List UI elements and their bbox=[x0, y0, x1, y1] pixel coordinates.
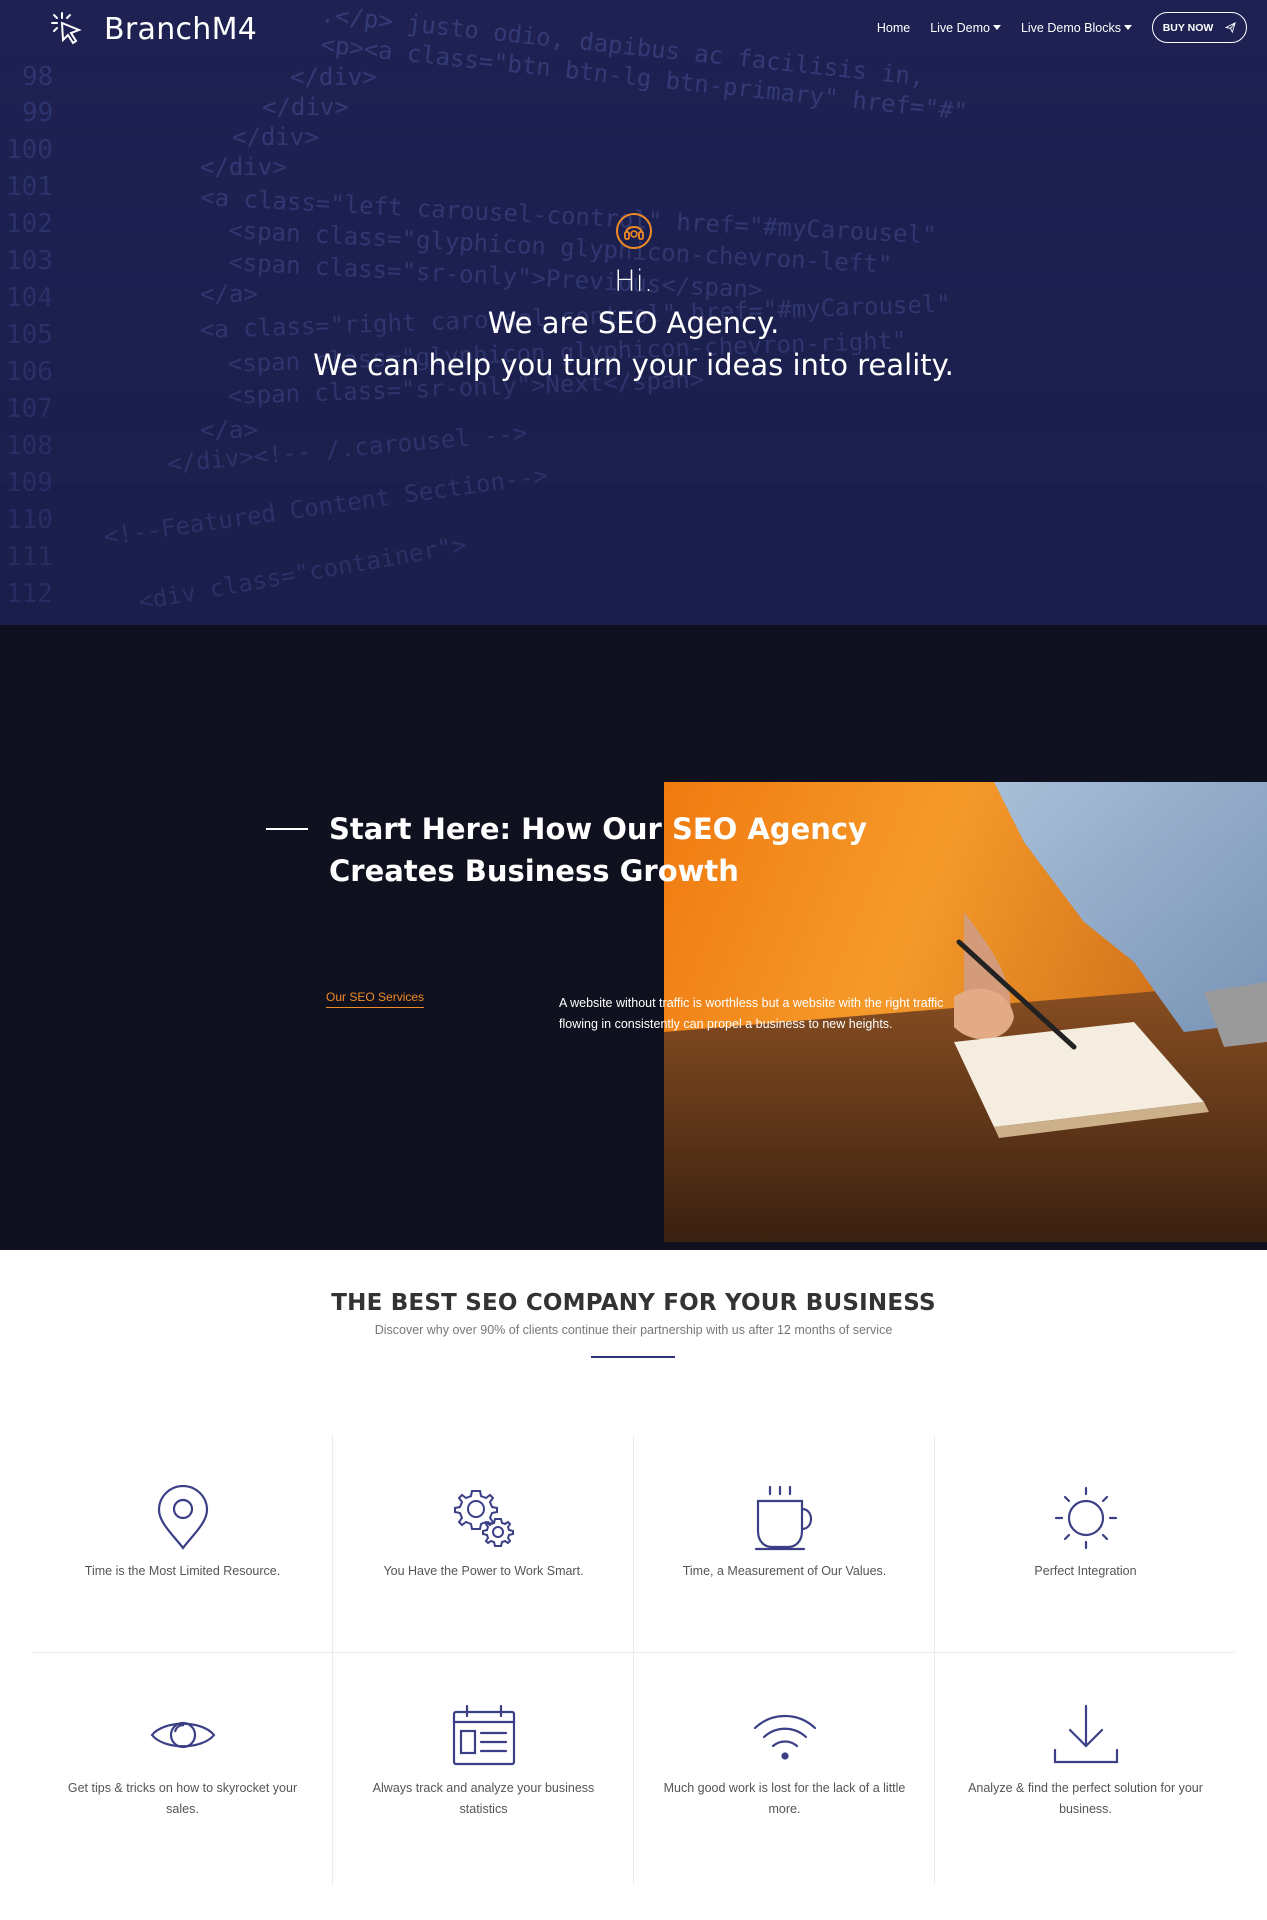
intro-text: A website without traffic is worthless b… bbox=[559, 996, 944, 1031]
features-section: THE BEST SEO COMPANY FOR YOUR BUSINESS D… bbox=[0, 1250, 1267, 1920]
nav-live-demo[interactable]: Live Demo bbox=[930, 21, 1001, 35]
seo-services-link[interactable]: Our SEO Services bbox=[326, 990, 425, 1008]
top-navbar: BranchM4 Home Live Demo Live Demo Blocks… bbox=[0, 0, 1267, 58]
hero-section: 98 99 100 101 102 103 104 105 106 107 10… bbox=[0, 0, 1267, 625]
wifi-icon bbox=[753, 1715, 816, 1760]
feature-card: Perfect Integration bbox=[935, 1435, 1236, 1652]
intro-section: Start Here: How Our SEO Agency Creates B… bbox=[0, 625, 1267, 1250]
feature-caption: Get tips & tricks on how to skyrocket yo… bbox=[67, 1781, 298, 1816]
features-title: THE BEST SEO COMPANY FOR YOUR BUSINESS bbox=[331, 1290, 936, 1316]
nav-home-label: Home bbox=[876, 20, 911, 35]
download-icon bbox=[1053, 1704, 1118, 1764]
feature-caption: Much good work is lost for the lack of a… bbox=[663, 1781, 906, 1816]
title-dash bbox=[266, 828, 308, 830]
caret-down-icon bbox=[1124, 25, 1132, 30]
buy-now-button[interactable]: BUY NOW bbox=[1152, 12, 1247, 43]
sun-icon bbox=[1054, 1486, 1117, 1550]
feature-card: You Have the Power to Work Smart. bbox=[333, 1435, 634, 1652]
map-pin-icon bbox=[157, 1485, 208, 1550]
nav-live-demo-blocks[interactable]: Live Demo Blocks bbox=[1021, 21, 1132, 35]
feature-caption: Perfect Integration bbox=[1034, 1564, 1137, 1578]
feature-card: Time is the Most Limited Resource. bbox=[32, 1435, 333, 1652]
feature-caption: Time is the Most Limited Resource. bbox=[84, 1564, 281, 1578]
hero-subheadline: We can help you turn your ideas into rea… bbox=[313, 348, 954, 382]
headset-icon bbox=[615, 213, 652, 249]
buy-now-label: BUY NOW bbox=[1162, 21, 1214, 34]
paper-plane-icon bbox=[1225, 22, 1237, 33]
feature-card: Much good work is lost for the lack of a… bbox=[634, 1652, 935, 1869]
feature-caption: You Have the Power to Work Smart. bbox=[383, 1564, 584, 1578]
brand-name: BranchM4 bbox=[104, 11, 258, 47]
feature-card: Get tips & tricks on how to skyrocket yo… bbox=[32, 1652, 333, 1869]
features-subtitle: Discover why over 90% of clients continu… bbox=[374, 1323, 893, 1337]
features-divider bbox=[591, 1356, 675, 1358]
feature-card: Analyze & find the perfect solution for … bbox=[935, 1652, 1236, 1869]
nav-live-demo-label: Live Demo bbox=[930, 20, 990, 35]
feature-caption: Time, a Measurement of Our Values. bbox=[682, 1564, 887, 1578]
coffee-cup-icon bbox=[754, 1485, 812, 1551]
feature-caption: Analyze & find the perfect solution for … bbox=[968, 1781, 1203, 1816]
eye-icon bbox=[150, 1721, 215, 1749]
hero-headline: We are SEO Agency. bbox=[487, 306, 780, 340]
main-menu: Home Live Demo Live Demo Blocks BUY NOW bbox=[877, 12, 1247, 43]
caret-down-icon bbox=[992, 25, 1001, 30]
hero-content: Hi. We are SEO Agency. We can help you t… bbox=[0, 212, 1267, 386]
cursor-click-icon bbox=[51, 12, 82, 45]
nav-home[interactable]: Home bbox=[877, 21, 910, 35]
intro-title: Start Here: How Our SEO Agency Creates B… bbox=[329, 812, 868, 888]
clipboard-icon bbox=[452, 1704, 515, 1766]
hero-greeting: Hi. bbox=[613, 264, 654, 298]
brand-logo[interactable]: BranchM4 bbox=[48, 10, 257, 48]
feature-card: Always track and analyze your business s… bbox=[333, 1652, 634, 1869]
gears-icon bbox=[453, 1490, 514, 1547]
feature-caption: Always track and analyze your business s… bbox=[372, 1781, 595, 1816]
nav-live-demo-blocks-label: Live Demo Blocks bbox=[1020, 20, 1121, 35]
feature-card: Time, a Measurement of Our Values. bbox=[634, 1435, 935, 1652]
